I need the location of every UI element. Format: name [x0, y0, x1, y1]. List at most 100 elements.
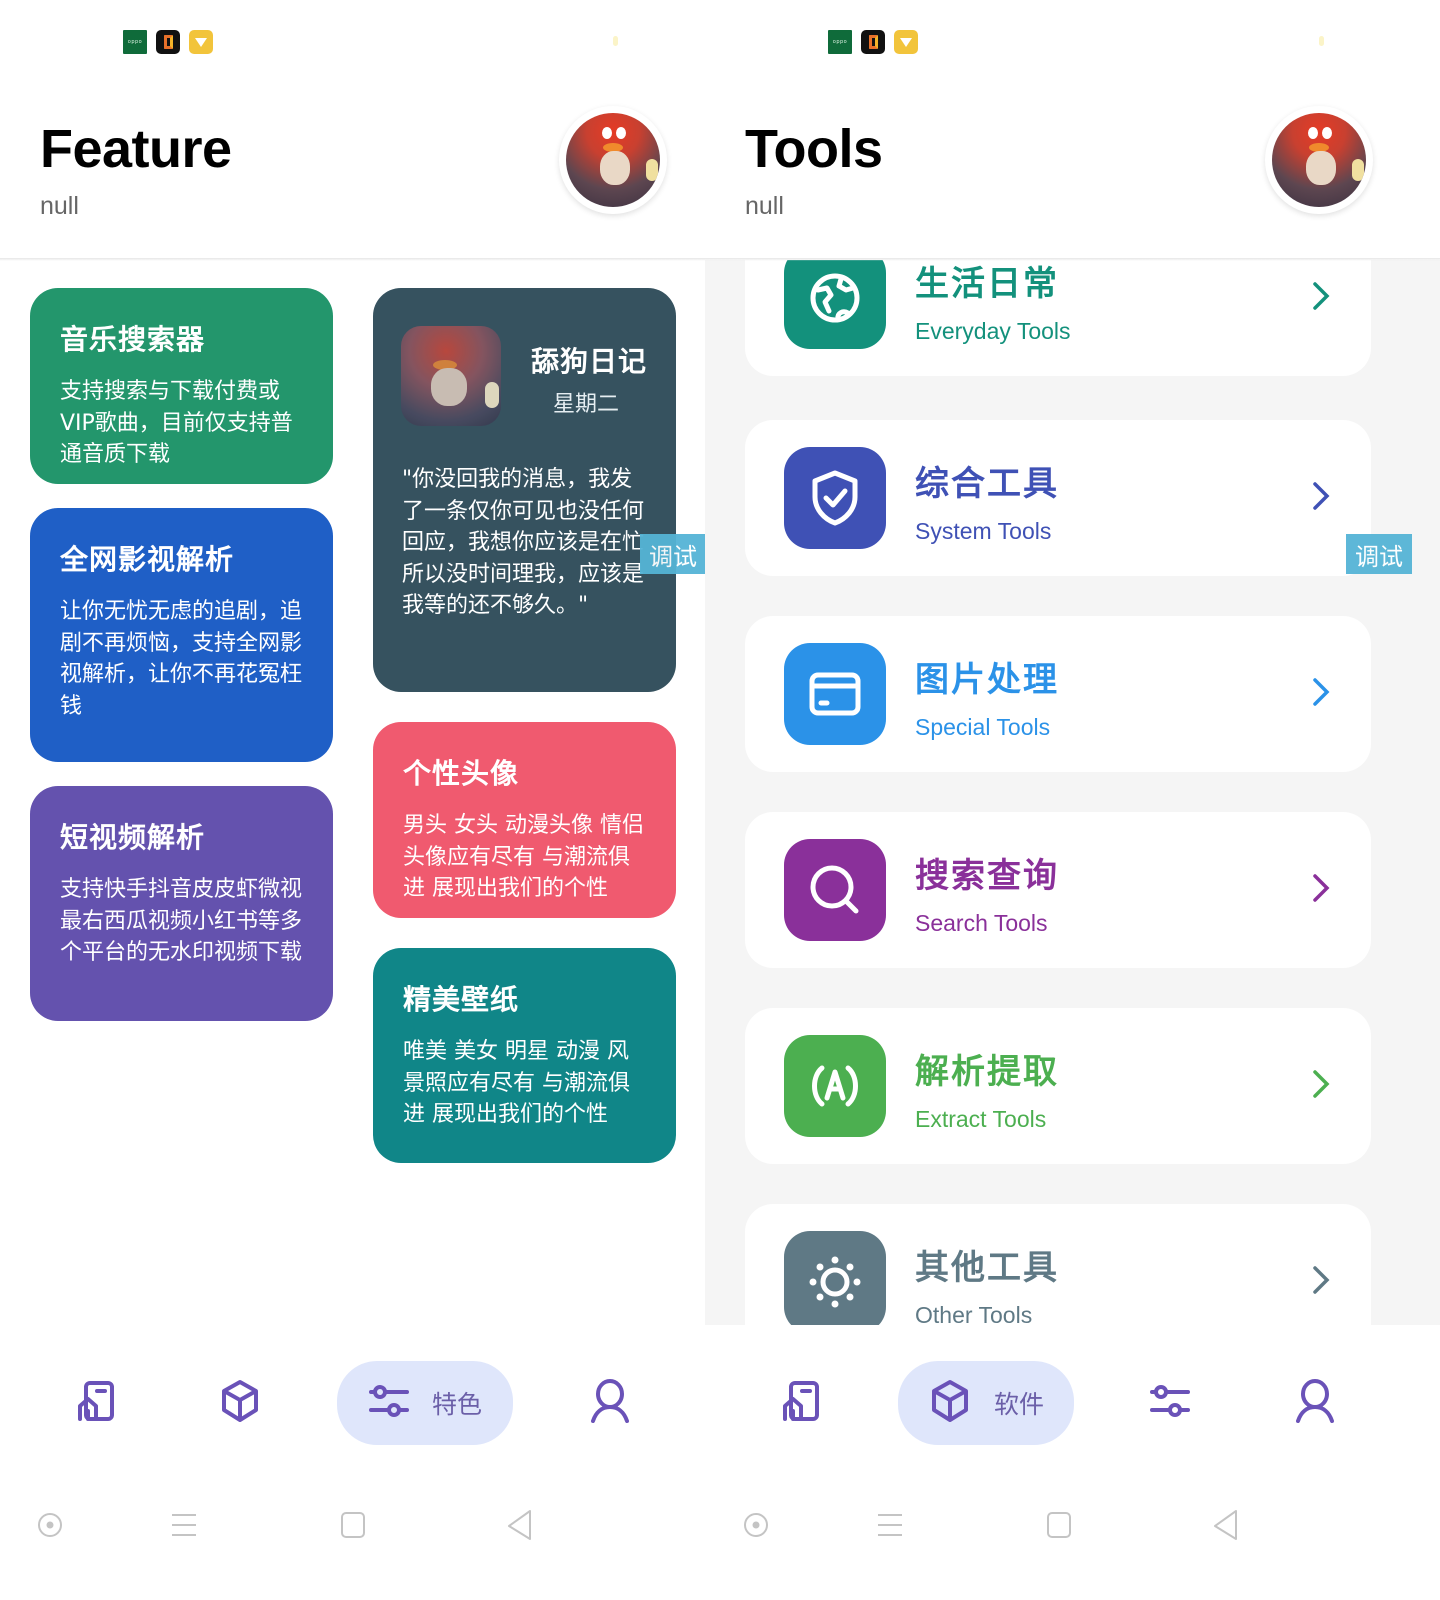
feature-card-wallpapers[interactable]: 精美壁纸 唯美 美女 明星 动漫 风景照应有尽有 与潮流俱进 展现出我们的个性: [373, 948, 676, 1163]
nav-tab-home[interactable]: [761, 1361, 841, 1445]
chevron-right-icon: [1301, 476, 1341, 516]
tool-item-search[interactable]: 搜索查询 Search Tools: [745, 812, 1371, 968]
feature-card-avatars[interactable]: 个性头像 男头 女头 动漫头像 情侣头像应有尽有 与潮流俱进 展现出我们的个性: [373, 722, 676, 918]
card-title: 个性头像: [403, 757, 520, 790]
diary-weekday: 星期二: [553, 392, 620, 417]
chevron-right-icon: [1301, 868, 1341, 908]
tool-subtitle: Extract Tools: [915, 1106, 1047, 1132]
tool-title: 其他工具: [915, 1248, 1059, 1288]
card-title: 全网影视解析: [60, 543, 235, 576]
page-subtitle: null: [745, 192, 784, 220]
card-description: 唯美 美女 明星 动漫 风景照应有尽有 与潮流俱进 展现出我们的个性: [403, 1039, 630, 1127]
tool-item-image[interactable]: 图片处理 Special Tools: [745, 616, 1371, 772]
feature-card-music-search[interactable]: 音乐搜索器 支持搜索与下载付费或VIP歌曲，目前仅支持普通音质下载: [30, 288, 333, 484]
nav-tab-label: 软件: [993, 1390, 1044, 1419]
tool-title: 搜索查询: [915, 856, 1059, 896]
sliders-icon: [1149, 1383, 1191, 1423]
bottom-navigation: 特色: [0, 1325, 705, 1485]
nav-tab-profile[interactable]: [1275, 1361, 1355, 1445]
search-icon: [784, 839, 886, 941]
status-bar: oppo: [828, 30, 918, 54]
at-letter-icon: [784, 1035, 886, 1137]
card-title: 短视频解析: [60, 821, 206, 854]
sliders-icon: [368, 1383, 410, 1423]
home-icon: [75, 1380, 117, 1426]
menu-button[interactable]: [164, 1505, 204, 1545]
user-icon: [590, 1379, 630, 1427]
yellow-diamond-app-icon: [894, 30, 918, 54]
chevron-right-icon: [1301, 1064, 1341, 1104]
oppo-icon-text: oppo: [832, 39, 848, 45]
page-header: Feature null: [0, 80, 705, 260]
nav-tab-home[interactable]: [56, 1361, 136, 1445]
tools-list: 生活日常 Everyday Tools 综合工具 System Tools 图片…: [705, 260, 1440, 1325]
system-navigation-bar: [0, 1505, 705, 1545]
tool-item-everyday[interactable]: 生活日常 Everyday Tools: [745, 260, 1371, 376]
feature-card-diary[interactable]: 舔狗日记 星期二 "你没回我的消息，我发了一条仅你可见也没任何回应，我想你应该是…: [373, 288, 676, 692]
black-orange-app-icon: [156, 30, 180, 54]
avatar-button[interactable]: [559, 106, 667, 214]
nav-tab-label: 特色: [431, 1390, 482, 1419]
avatar: [566, 113, 660, 207]
home-button[interactable]: [333, 1505, 373, 1545]
tool-item-extract[interactable]: 解析提取 Extract Tools: [745, 1008, 1371, 1164]
globe-icon: [784, 260, 886, 349]
yellow-diamond-app-icon: [189, 30, 213, 54]
debug-badge[interactable]: 调试: [1346, 534, 1412, 574]
tool-title: 解析提取: [915, 1052, 1059, 1092]
tool-title: 生活日常: [915, 264, 1059, 304]
home-button[interactable]: [1039, 1505, 1079, 1545]
feature-screen: oppo Feature null 音乐搜索器 支持搜索与下载付费或VIP歌曲，…: [0, 0, 705, 1600]
card-title: 精美壁纸: [403, 983, 520, 1016]
oppo-app-icon: oppo: [123, 30, 147, 54]
nav-tab-software[interactable]: [200, 1361, 280, 1445]
status-indicator-dot: [1319, 36, 1324, 46]
diary-image: [401, 326, 501, 426]
card-description: 支持搜索与下载付费或VIP歌曲，目前仅支持普通音质下载: [60, 379, 293, 467]
user-icon: [1295, 1379, 1335, 1427]
tool-subtitle: Search Tools: [915, 910, 1048, 936]
tool-subtitle: Everyday Tools: [915, 318, 1071, 344]
nav-tab-profile[interactable]: [570, 1361, 650, 1445]
oppo-icon-text: oppo: [127, 39, 143, 45]
menu-button[interactable]: [870, 1505, 910, 1545]
tool-subtitle: System Tools: [915, 518, 1052, 544]
avatar: [1272, 113, 1366, 207]
tool-title: 综合工具: [915, 464, 1059, 504]
feature-card-video-parse[interactable]: 全网影视解析 让你无忧无虑的追剧，追剧不再烦恼，支持全网影视解析，让你不再花冤枉…: [30, 508, 333, 762]
avatar-button[interactable]: [1265, 106, 1373, 214]
nav-tab-feature[interactable]: 特色: [337, 1361, 513, 1445]
black-orange-app-icon: [861, 30, 885, 54]
page-subtitle: null: [40, 192, 79, 220]
debug-badge[interactable]: 调试: [640, 534, 705, 574]
back-button[interactable]: [1206, 1505, 1246, 1545]
tool-title: 图片处理: [915, 660, 1059, 700]
nav-tab-feature[interactable]: [1130, 1361, 1210, 1445]
oppo-app-icon: oppo: [828, 30, 852, 54]
card-description: 让你无忧无虑的追剧，追剧不再烦恼，支持全网影视解析，让你不再花冤枉钱: [60, 599, 303, 719]
nav-tab-software[interactable]: 软件: [898, 1361, 1074, 1445]
header-divider: [705, 258, 1440, 261]
card-description: 支持快手抖音皮皮虾微视最右西瓜视频小红书等多个平台的无水印视频下载: [60, 877, 303, 965]
feature-card-short-video[interactable]: 短视频解析 支持快手抖音皮皮虾微视最右西瓜视频小红书等多个平台的无水印视频下载: [30, 786, 333, 1021]
card-icon: [784, 643, 886, 745]
chevron-right-icon: [1301, 1260, 1341, 1300]
tool-item-system[interactable]: 综合工具 System Tools: [745, 420, 1371, 576]
tool-subtitle: Special Tools: [915, 714, 1051, 740]
header-divider: [0, 258, 705, 261]
assistant-button[interactable]: [30, 1505, 70, 1545]
card-title: 音乐搜索器: [60, 323, 206, 356]
home-icon: [780, 1380, 822, 1426]
back-button[interactable]: [500, 1505, 540, 1545]
status-indicator-dot: [613, 36, 618, 46]
page-title: Feature: [40, 119, 232, 179]
tools-screen: oppo 生活日常 Everyday Tools 综合工具 System Too…: [705, 0, 1440, 1600]
sun-icon: [784, 1231, 886, 1325]
chevron-right-icon: [1301, 672, 1341, 712]
cube-icon: [928, 1379, 972, 1427]
card-title: 舔狗日记: [531, 345, 648, 378]
tool-item-other[interactable]: 其他工具 Other Tools: [745, 1204, 1371, 1325]
tool-subtitle: Other Tools: [915, 1302, 1033, 1325]
card-description: 男头 女头 动漫头像 情侣头像应有尽有 与潮流俱进 展现出我们的个性: [403, 813, 644, 901]
assistant-button[interactable]: [736, 1505, 776, 1545]
